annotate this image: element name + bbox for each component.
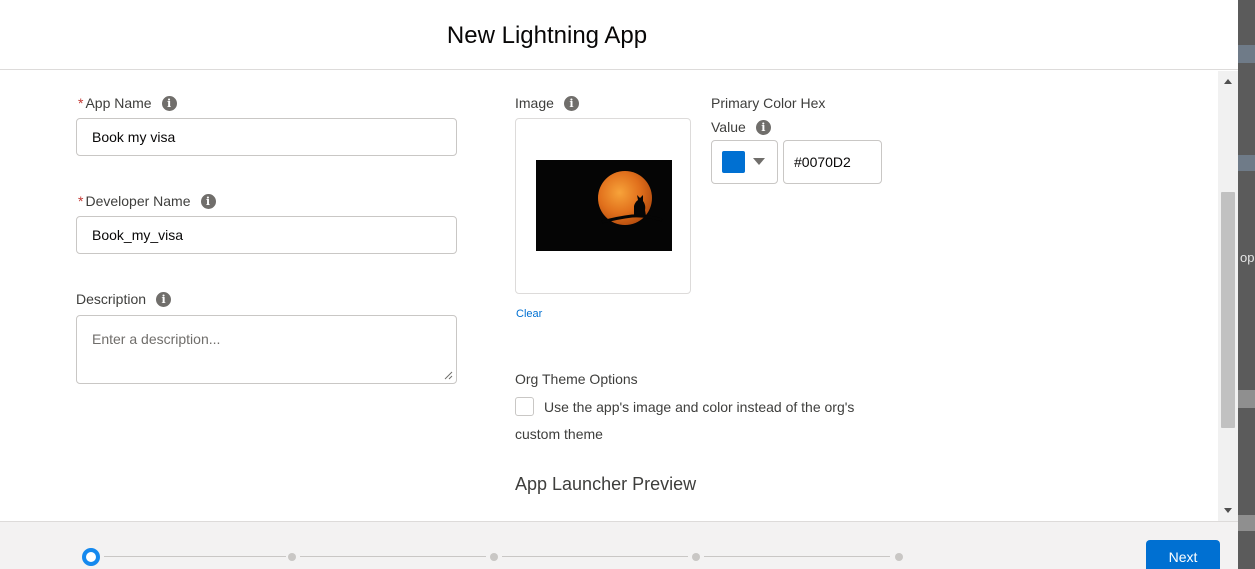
description-placeholder: Enter a description... [92,331,221,347]
modal-footer: Next [0,521,1238,569]
app-name-value: Book my visa [92,129,176,145]
progress-line [104,556,286,557]
info-icon[interactable]: i [563,95,579,111]
required-indicator: * [78,95,84,111]
progress-line [704,556,890,557]
scroll-up-arrow-icon[interactable] [1224,79,1232,84]
primary-color-label: Primary Color Hex [711,95,825,111]
progress-step-3[interactable] [490,553,498,561]
scrollbar-thumb[interactable] [1221,192,1235,428]
primary-color-label-line2: Value i [711,119,771,135]
app-image-thumbnail [536,160,672,251]
cat-silhouette-icon [601,195,663,224]
primary-color-hex-input[interactable]: #0070D2 [783,140,882,184]
next-button[interactable]: Next [1146,540,1220,569]
org-theme-label: Org Theme Options [515,371,638,387]
info-icon[interactable]: i [156,291,172,307]
progress-step-2[interactable] [288,553,296,561]
info-icon[interactable]: i [755,119,771,135]
background-strip [1238,155,1255,171]
background-strip [1238,390,1255,408]
new-lightning-app-modal: New Lightning App * App Name i Book my v… [0,0,1238,569]
modal-title: New Lightning App [446,22,648,49]
background-strip [1238,515,1255,531]
progress-line [502,556,688,557]
use-app-theme-label-line2: custom theme [515,426,603,442]
background-strip [1238,45,1255,63]
progress-line [300,556,486,557]
resize-grip-icon[interactable] [444,371,453,380]
app-name-label: * App Name i [78,95,177,111]
info-icon[interactable]: i [200,193,216,209]
progress-step-1-current[interactable] [82,548,100,566]
progress-step-4[interactable] [692,553,700,561]
modal-header: New Lightning App [0,0,1238,70]
background-page: op [1238,0,1255,569]
developer-name-input[interactable]: Book_my_visa [76,216,457,254]
image-label: Image i [515,95,579,111]
image-upload-box[interactable] [515,118,691,294]
app-launcher-preview-heading: App Launcher Preview [515,474,697,494]
description-label-text: Description [76,291,147,307]
color-picker-button[interactable] [711,140,778,184]
app-name-input[interactable]: Book my visa [76,118,457,156]
chevron-down-icon [753,158,765,165]
use-app-theme-label-line1: Use the app's image and color instead of… [544,399,855,415]
modal-body: * App Name i Book my visa * Developer Na… [8,71,1238,521]
progress-step-5[interactable] [895,553,903,561]
app-name-label-text: App Name [85,95,152,111]
primary-color-hex-value: #0070D2 [794,154,851,170]
use-app-theme-checkbox[interactable] [515,397,534,416]
description-textarea[interactable]: Enter a description... [76,315,457,384]
info-icon[interactable]: i [161,95,177,111]
developer-name-label-text: Developer Name [85,193,191,209]
description-label: Description i [76,291,172,307]
image-label-text: Image [515,95,554,111]
modal-scrollbar[interactable] [1218,71,1238,521]
color-swatch [722,151,745,173]
primary-color-label-text-2: Value [711,119,746,135]
developer-name-label: * Developer Name i [78,193,216,209]
scroll-down-arrow-icon[interactable] [1224,508,1232,513]
primary-color-label-text: Primary Color Hex [711,95,826,111]
background-partial-text: op [1240,250,1255,265]
required-indicator: * [78,193,84,209]
developer-name-value: Book_my_visa [92,227,184,243]
clear-image-link[interactable]: Clear [516,308,542,320]
